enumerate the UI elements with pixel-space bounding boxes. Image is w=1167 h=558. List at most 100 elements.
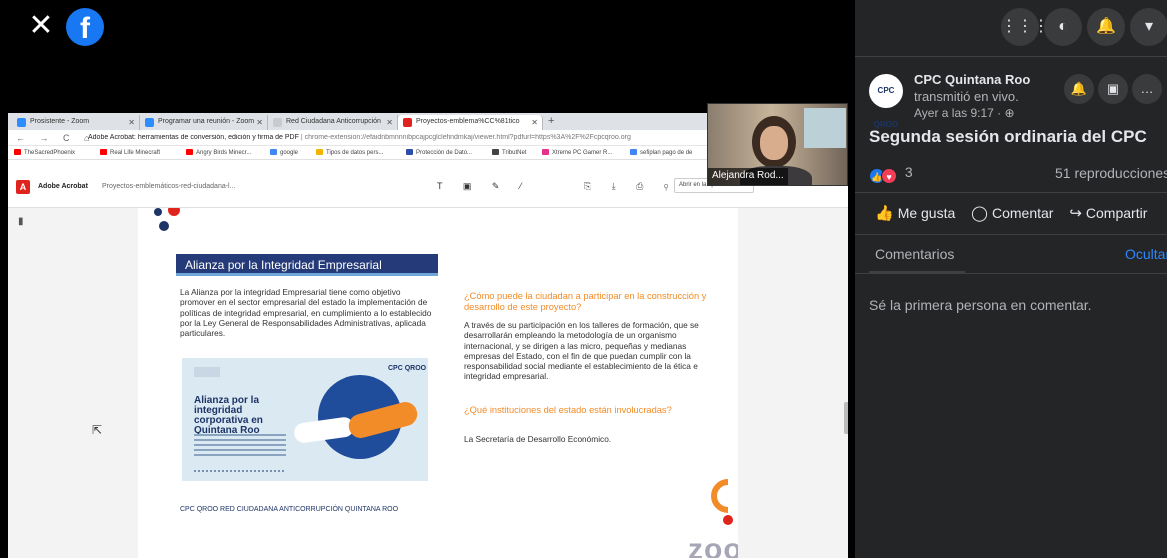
bookmark-item[interactable]: TributNet: [492, 149, 526, 156]
bookmark-label: google: [280, 150, 299, 156]
new-tab-button[interactable]: +: [548, 115, 554, 127]
tab-label: Red Ciudadana Anticorrupción: [286, 118, 381, 125]
seal-icon: [194, 367, 220, 377]
cpc-logo: CPC QROO: [388, 365, 427, 372]
reaction-count: 3: [904, 164, 913, 180]
card-text-lines: [194, 434, 286, 459]
share-button[interactable]: ↪ Compartir: [1069, 204, 1147, 222]
hide-comments-link[interactable]: Ocultar: [1125, 246, 1167, 262]
bookmark-item[interactable]: sefiplan pago de de: [630, 149, 692, 156]
bell-icon[interactable]: 🔔: [1087, 8, 1125, 46]
decorative-dots: [154, 208, 180, 231]
bookmark-item[interactable]: Real Life Minecraft: [100, 149, 160, 156]
tab-comments[interactable]: Comentarios: [875, 246, 954, 262]
zoom-icon: [145, 118, 154, 127]
thumbnails-icon[interactable]: ▮: [18, 216, 24, 227]
pdf-viewer[interactable]: ▮ ⇱ Alianza por la Integridad Empresaria…: [8, 208, 848, 558]
bookmark-icon: [630, 149, 637, 155]
acrobat-name: Adobe Acrobat: [38, 183, 88, 190]
menu-grid-icon[interactable]: ⋮⋮⋮: [1001, 8, 1049, 46]
divider: [855, 56, 1167, 57]
post-timestamp[interactable]: Ayer a las 9:17 · ⊕: [914, 106, 1015, 120]
card-title: Alianza por la integridad corporativa en…: [194, 395, 263, 436]
bookmark-icon: [406, 149, 413, 155]
page-name[interactable]: CPC Quintana Roo: [914, 72, 1030, 87]
bookmark-label: Real Life Minecraft: [110, 150, 161, 156]
document-name: Proyectos-emblemáticos-red-ciudadana-l..…: [102, 183, 236, 190]
acrobat-logo-icon: A: [16, 180, 30, 194]
document-actions[interactable]: ⎘ ⤓ ⎙ ⚲: [584, 181, 677, 192]
bookmark-label: Tipos de datos pers...: [326, 150, 384, 156]
bell-icon[interactable]: 🔔: [1064, 74, 1094, 104]
screen-root: ✕ f Prosistente - Zoom ✕ Programar una r…: [0, 0, 1167, 558]
close-icon[interactable]: ✕: [26, 11, 56, 42]
scrollbar[interactable]: [844, 402, 848, 434]
bookmark-label: TributNet: [502, 150, 527, 156]
description-paragraph: La Alianza por la integridad Empresarial…: [180, 287, 432, 339]
video-player[interactable]: ✕ f Prosistente - Zoom ✕ Programar una r…: [0, 0, 855, 558]
footer-logos: CPC QROO RED CIUDADANA ANTICORRUPCIÓN QU…: [180, 506, 399, 513]
browser-tab[interactable]: Red Ciudadana Anticorrupción ✕: [268, 115, 398, 130]
decorative-dots: [194, 470, 284, 473]
right-rail: [740, 208, 848, 558]
like-icon: 👍: [875, 205, 894, 222]
bookmark-label: Protección de Dato...: [416, 150, 473, 156]
bookmark-item[interactable]: google: [270, 149, 298, 156]
bookmark-item[interactable]: Tipos de datos pers...: [316, 149, 383, 156]
tab-label: Prosistente - Zoom: [30, 118, 90, 125]
bookmark-label: sefiplan pago de de: [640, 150, 693, 156]
empty-comments-message: Sé la primera persona en comentar.: [869, 297, 1092, 313]
close-icon[interactable]: ✕: [256, 118, 263, 127]
divider: [855, 234, 1167, 235]
speaker-video-thumbnail[interactable]: Alejandra Rod...: [707, 103, 848, 186]
answer-paragraph: A través de su participación en los tall…: [464, 320, 699, 382]
bookmark-label: Angry Birds Minecr...: [196, 150, 252, 156]
mouse-cursor-icon: ⇱: [92, 423, 103, 437]
bookmark-icon: [492, 149, 499, 155]
site-icon: [273, 118, 282, 127]
pdf-icon: [403, 118, 412, 127]
bookmark-icon: [14, 149, 21, 155]
bookmark-item[interactable]: Angry Birds Minecr...: [186, 149, 251, 156]
like-label: Me gusta: [897, 205, 956, 221]
share-label: Compartir: [1085, 205, 1148, 221]
top-nav-buttons: ⋮⋮⋮ ◐ 🔔 ▾: [1001, 8, 1167, 48]
question-heading: ¿Qué instituciones del estado están invo…: [464, 405, 672, 415]
avatar[interactable]: CPC QROO: [869, 74, 903, 129]
url-text[interactable]: Adobe Acrobat: herramientas de conversió…: [88, 134, 708, 141]
window-background: [804, 108, 846, 148]
chevron-down-icon[interactable]: ▾: [1130, 8, 1167, 46]
url-prefix: Adobe Acrobat: herramientas de conversió…: [88, 134, 299, 141]
bookmark-item[interactable]: TheSacredPhoenix: [14, 149, 75, 156]
browser-tab[interactable]: Prosistente - Zoom ✕: [12, 115, 140, 130]
bookmark-icon: [270, 149, 277, 155]
bookmark-icon: [100, 149, 107, 155]
facebook-logo-icon[interactable]: f: [66, 8, 104, 46]
browser-tab-active[interactable]: Proyectos-emblema%CC%81tico ✕: [398, 115, 543, 130]
more-icon[interactable]: …: [1132, 74, 1162, 104]
close-icon[interactable]: ✕: [128, 118, 135, 127]
bookmark-item[interactable]: Xtreme PC Gamer R...: [542, 149, 612, 156]
like-button[interactable]: 👍 Me gusta: [875, 204, 955, 222]
section-banner: Alianza por la Integridad Empresarial: [176, 254, 438, 276]
speaker-face: [760, 126, 788, 160]
bookmark-icon: [316, 149, 323, 155]
messenger-icon[interactable]: ◐: [1044, 8, 1082, 46]
bookmark-label: Xtreme PC Gamer R...: [552, 150, 613, 156]
annotation-tools[interactable]: T ▣ ✎ ⁄: [437, 181, 530, 192]
bookmark-label: TheSacredPhoenix: [24, 150, 76, 156]
comment-label: Comentar: [991, 205, 1054, 221]
url-rest: | chrome-extension://efaidnbmnnnibpcajpc…: [300, 134, 631, 141]
bookmark-icon[interactable]: ▣: [1098, 74, 1128, 104]
close-icon[interactable]: ✕: [386, 118, 393, 127]
nav-buttons[interactable]: ← → C ⌂: [16, 133, 95, 143]
close-icon[interactable]: ✕: [531, 118, 538, 127]
views-count: 51 reproducciones: [1055, 165, 1167, 181]
post-actions: 👍 Me gusta ◯ Comentar ↪ Compartir: [875, 204, 1159, 222]
comment-button[interactable]: ◯ Comentar: [971, 204, 1053, 222]
bookmark-item[interactable]: Protección de Dato...: [406, 149, 472, 156]
browser-tab[interactable]: Programar una reunión - Zoom ✕: [140, 115, 268, 130]
answer-paragraph: La Secretaría de Desarrollo Económico.: [464, 434, 612, 444]
reactions-summary[interactable]: 👍 ♥ 3: [869, 164, 913, 184]
share-icon: ↪: [1069, 205, 1082, 222]
